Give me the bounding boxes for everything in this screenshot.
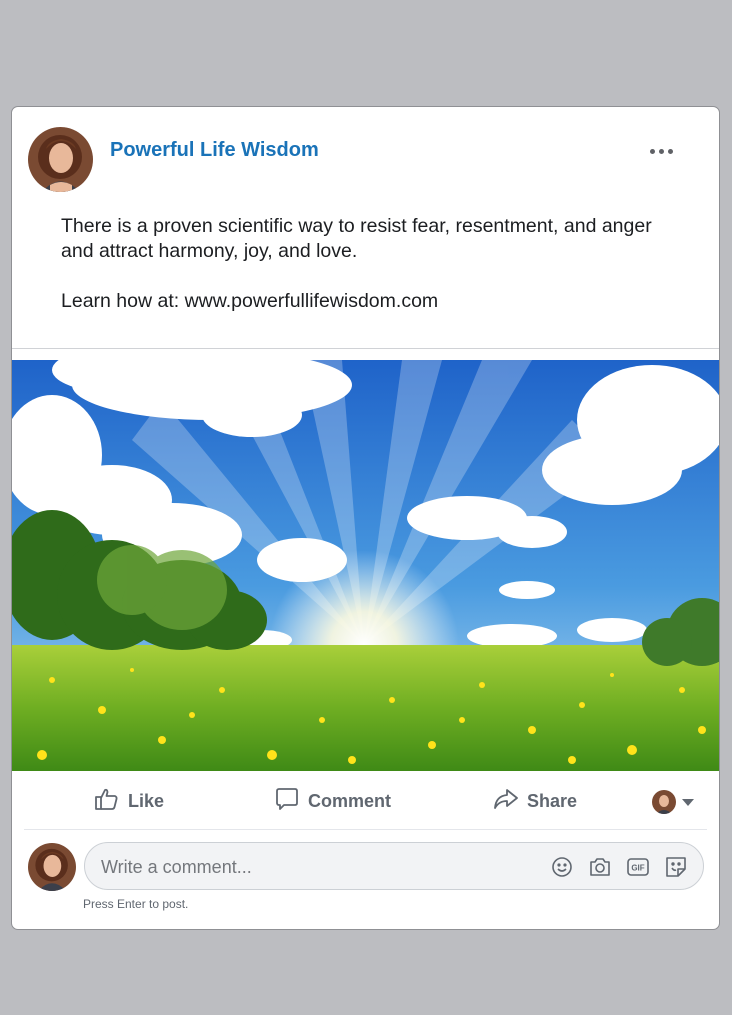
share-button[interactable]: Share [493,787,577,815]
gif-icon[interactable]: GIF [625,854,651,880]
post-text-line: There is a proven scientific way to resi… [61,215,652,262]
comment-input[interactable] [99,843,523,891]
page-name-link[interactable]: Powerful Life Wisdom [110,139,319,162]
sticker-icon[interactable] [663,854,689,880]
chevron-down-icon [682,798,694,806]
reaction-audience-selector[interactable] [652,790,694,814]
commenter-avatar [28,843,76,891]
like-label: Like [128,790,165,811]
svg-text:GIF: GIF [631,864,644,873]
speech-bubble-icon [274,786,300,817]
like-button[interactable]: Like [94,787,164,815]
thumbs-up-icon [94,786,120,817]
comment-label: Comment [308,790,392,811]
post-text: There is a proven scientific way to resi… [61,214,681,314]
avatar [652,790,676,814]
divider [12,348,719,349]
page-avatar[interactable] [28,127,93,192]
comment-box: GIF [84,842,704,891]
share-arrow-icon [493,786,519,817]
share-label: Share [527,790,578,811]
post-link-line: Learn how at: www.powerfullifewisdom.com [61,290,439,312]
more-options-icon[interactable] [644,141,678,161]
post-photo[interactable] [12,360,719,771]
post-actions-bar: Like Comment Share [12,773,719,829]
smiley-icon[interactable] [549,854,575,880]
divider [24,829,707,830]
comment-button[interactable]: Comment [274,787,391,815]
camera-icon[interactable] [587,854,613,880]
post-card: Powerful Life Wisdom There is a proven s… [11,106,720,930]
press-enter-hint: Press Enter to post. [83,897,189,911]
